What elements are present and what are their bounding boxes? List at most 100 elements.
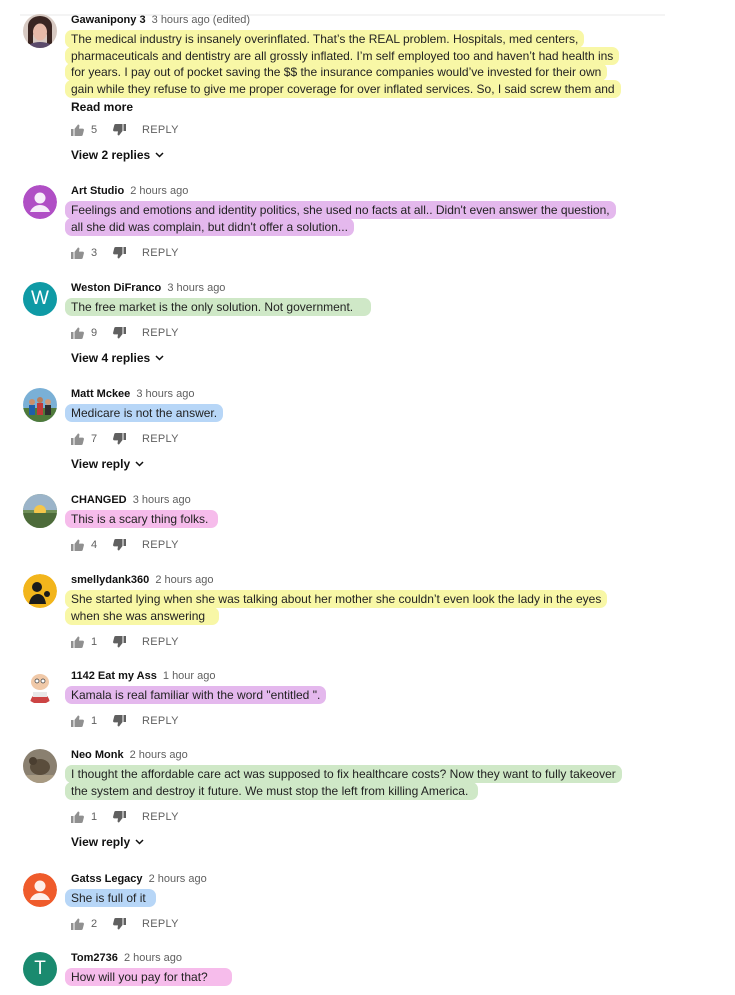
dislike-button[interactable] bbox=[113, 636, 126, 648]
comment-text: I thought the affordable care act was su… bbox=[65, 765, 631, 800]
comment-actions: 1 REPLY bbox=[71, 715, 179, 727]
view-replies-button[interactable]: View 2 replies bbox=[71, 148, 164, 162]
comment-author[interactable]: Tom2736 bbox=[71, 952, 118, 964]
comment-author[interactable]: Gatss Legacy bbox=[71, 873, 143, 885]
avatar[interactable]: T bbox=[23, 952, 57, 986]
comment-time[interactable]: 2 hours ago bbox=[130, 749, 188, 761]
like-button[interactable] bbox=[71, 247, 84, 259]
comment-text-line: She started lying when she was talking a… bbox=[65, 590, 608, 608]
like-button[interactable] bbox=[71, 433, 84, 445]
like-count: 1 bbox=[91, 715, 98, 727]
comment-author[interactable]: Neo Monk bbox=[71, 749, 124, 761]
comment-time[interactable]: 3 hours ago (edited) bbox=[152, 14, 250, 26]
comment-text: She started lying when she was talking a… bbox=[65, 590, 631, 625]
thumbs-up-icon bbox=[71, 715, 84, 727]
comment-time[interactable]: 1 hour ago bbox=[163, 670, 216, 682]
animal-photo bbox=[23, 749, 57, 783]
like-count: 7 bbox=[91, 433, 98, 445]
reply-button[interactable]: REPLY bbox=[142, 636, 179, 648]
comment-text-line: She is full of it bbox=[65, 889, 156, 907]
like-count: 1 bbox=[91, 811, 98, 823]
reply-button[interactable]: REPLY bbox=[142, 327, 179, 339]
avatar[interactable] bbox=[23, 388, 57, 422]
comment-text: How will you pay for that? bbox=[65, 968, 631, 986]
avatar[interactable] bbox=[23, 873, 57, 907]
comment-time[interactable]: 2 hours ago bbox=[130, 185, 188, 197]
comment-time[interactable]: 2 hours ago bbox=[124, 952, 182, 964]
avatar[interactable] bbox=[23, 14, 57, 48]
like-button[interactable] bbox=[71, 715, 84, 727]
comment-author[interactable]: Gawanipony 3 bbox=[71, 14, 146, 26]
thumbs-down-icon bbox=[113, 247, 126, 259]
dislike-button[interactable] bbox=[113, 247, 126, 259]
thumbs-down-icon bbox=[113, 636, 126, 648]
thumbs-up-icon bbox=[71, 124, 84, 136]
dislike-button[interactable] bbox=[113, 811, 126, 823]
thumbs-down-icon bbox=[113, 811, 126, 823]
like-button[interactable] bbox=[71, 636, 84, 648]
comment-header: Gatss Legacy 2 hours ago bbox=[71, 873, 207, 885]
comment-time[interactable]: 2 hours ago bbox=[155, 574, 213, 586]
comment-text-line: Medicare is not the answer. bbox=[65, 404, 224, 422]
comment-text: Kamala is real familiar with the word "e… bbox=[65, 686, 631, 704]
comment-author[interactable]: smellydank360 bbox=[71, 574, 149, 586]
comment-time[interactable]: 3 hours ago bbox=[133, 494, 191, 506]
like-count: 2 bbox=[91, 918, 98, 930]
comment-author[interactable]: Matt Mckee bbox=[71, 388, 130, 400]
read-more-link[interactable]: Read more bbox=[71, 100, 133, 114]
comment-time[interactable]: 3 hours ago bbox=[167, 282, 225, 294]
reply-button[interactable]: REPLY bbox=[142, 433, 179, 445]
comment-text-line: all she did was complain, but didn't off… bbox=[65, 217, 354, 236]
avatar[interactable] bbox=[23, 670, 57, 704]
view-replies-button[interactable]: View reply bbox=[71, 835, 144, 849]
comment-author[interactable]: CHANGED bbox=[71, 494, 127, 506]
thumbs-up-icon bbox=[71, 327, 84, 339]
comment-header: Tom2736 2 hours ago bbox=[71, 952, 182, 964]
reply-button[interactable]: REPLY bbox=[142, 247, 179, 259]
like-button[interactable] bbox=[71, 539, 84, 551]
thumbs-up-icon bbox=[71, 811, 84, 823]
avatar[interactable]: W bbox=[23, 282, 57, 316]
comment-text-line: gain while they refuse to give me proper… bbox=[65, 79, 621, 98]
comment-author[interactable]: Art Studio bbox=[71, 185, 124, 197]
avatar[interactable] bbox=[23, 185, 57, 219]
thumbs-up-icon bbox=[71, 247, 84, 259]
comment-time[interactable]: 3 hours ago bbox=[136, 388, 194, 400]
reply-button[interactable]: REPLY bbox=[142, 811, 179, 823]
like-button[interactable] bbox=[71, 811, 84, 823]
avatar[interactable] bbox=[23, 574, 57, 608]
reply-button[interactable]: REPLY bbox=[142, 539, 179, 551]
dislike-button[interactable] bbox=[113, 124, 126, 136]
like-button[interactable] bbox=[71, 327, 84, 339]
comment-time[interactable]: 2 hours ago bbox=[149, 873, 207, 885]
dislike-button[interactable] bbox=[113, 539, 126, 551]
comment-author[interactable]: 1142 Eat my Ass bbox=[71, 670, 157, 682]
like-button[interactable] bbox=[71, 124, 84, 136]
view-replies-label: View reply bbox=[71, 457, 131, 471]
reply-button[interactable]: REPLY bbox=[142, 715, 179, 727]
comment-text-line: How will you pay for that? bbox=[65, 968, 232, 986]
dislike-button[interactable] bbox=[113, 327, 126, 339]
comment-header: 1142 Eat my Ass 1 hour ago bbox=[71, 670, 216, 682]
thumbs-down-icon bbox=[113, 124, 126, 136]
comment-author[interactable]: Weston DiFranco bbox=[71, 282, 161, 294]
comment-actions: 4 REPLY bbox=[71, 539, 179, 551]
view-replies-button[interactable]: View reply bbox=[71, 457, 144, 471]
view-replies-button[interactable]: View 4 replies bbox=[71, 351, 164, 365]
view-replies-label: View 2 replies bbox=[71, 148, 151, 162]
avatar[interactable] bbox=[23, 494, 57, 528]
dislike-button[interactable] bbox=[113, 918, 126, 930]
comment-header: Art Studio 2 hours ago bbox=[71, 185, 188, 197]
reply-button[interactable]: REPLY bbox=[142, 124, 179, 136]
avatar[interactable] bbox=[23, 749, 57, 783]
cartoon-character bbox=[23, 670, 57, 704]
thumbs-down-icon bbox=[113, 327, 126, 339]
default-user-icon bbox=[23, 873, 57, 907]
sunset-photo bbox=[23, 494, 57, 528]
thumbs-down-icon bbox=[113, 918, 126, 930]
reply-button[interactable]: REPLY bbox=[142, 918, 179, 930]
like-button[interactable] bbox=[71, 918, 84, 930]
dislike-button[interactable] bbox=[113, 433, 126, 445]
dislike-button[interactable] bbox=[113, 715, 126, 727]
comment-text-line: The medical industry is insanely overinf… bbox=[65, 30, 585, 48]
